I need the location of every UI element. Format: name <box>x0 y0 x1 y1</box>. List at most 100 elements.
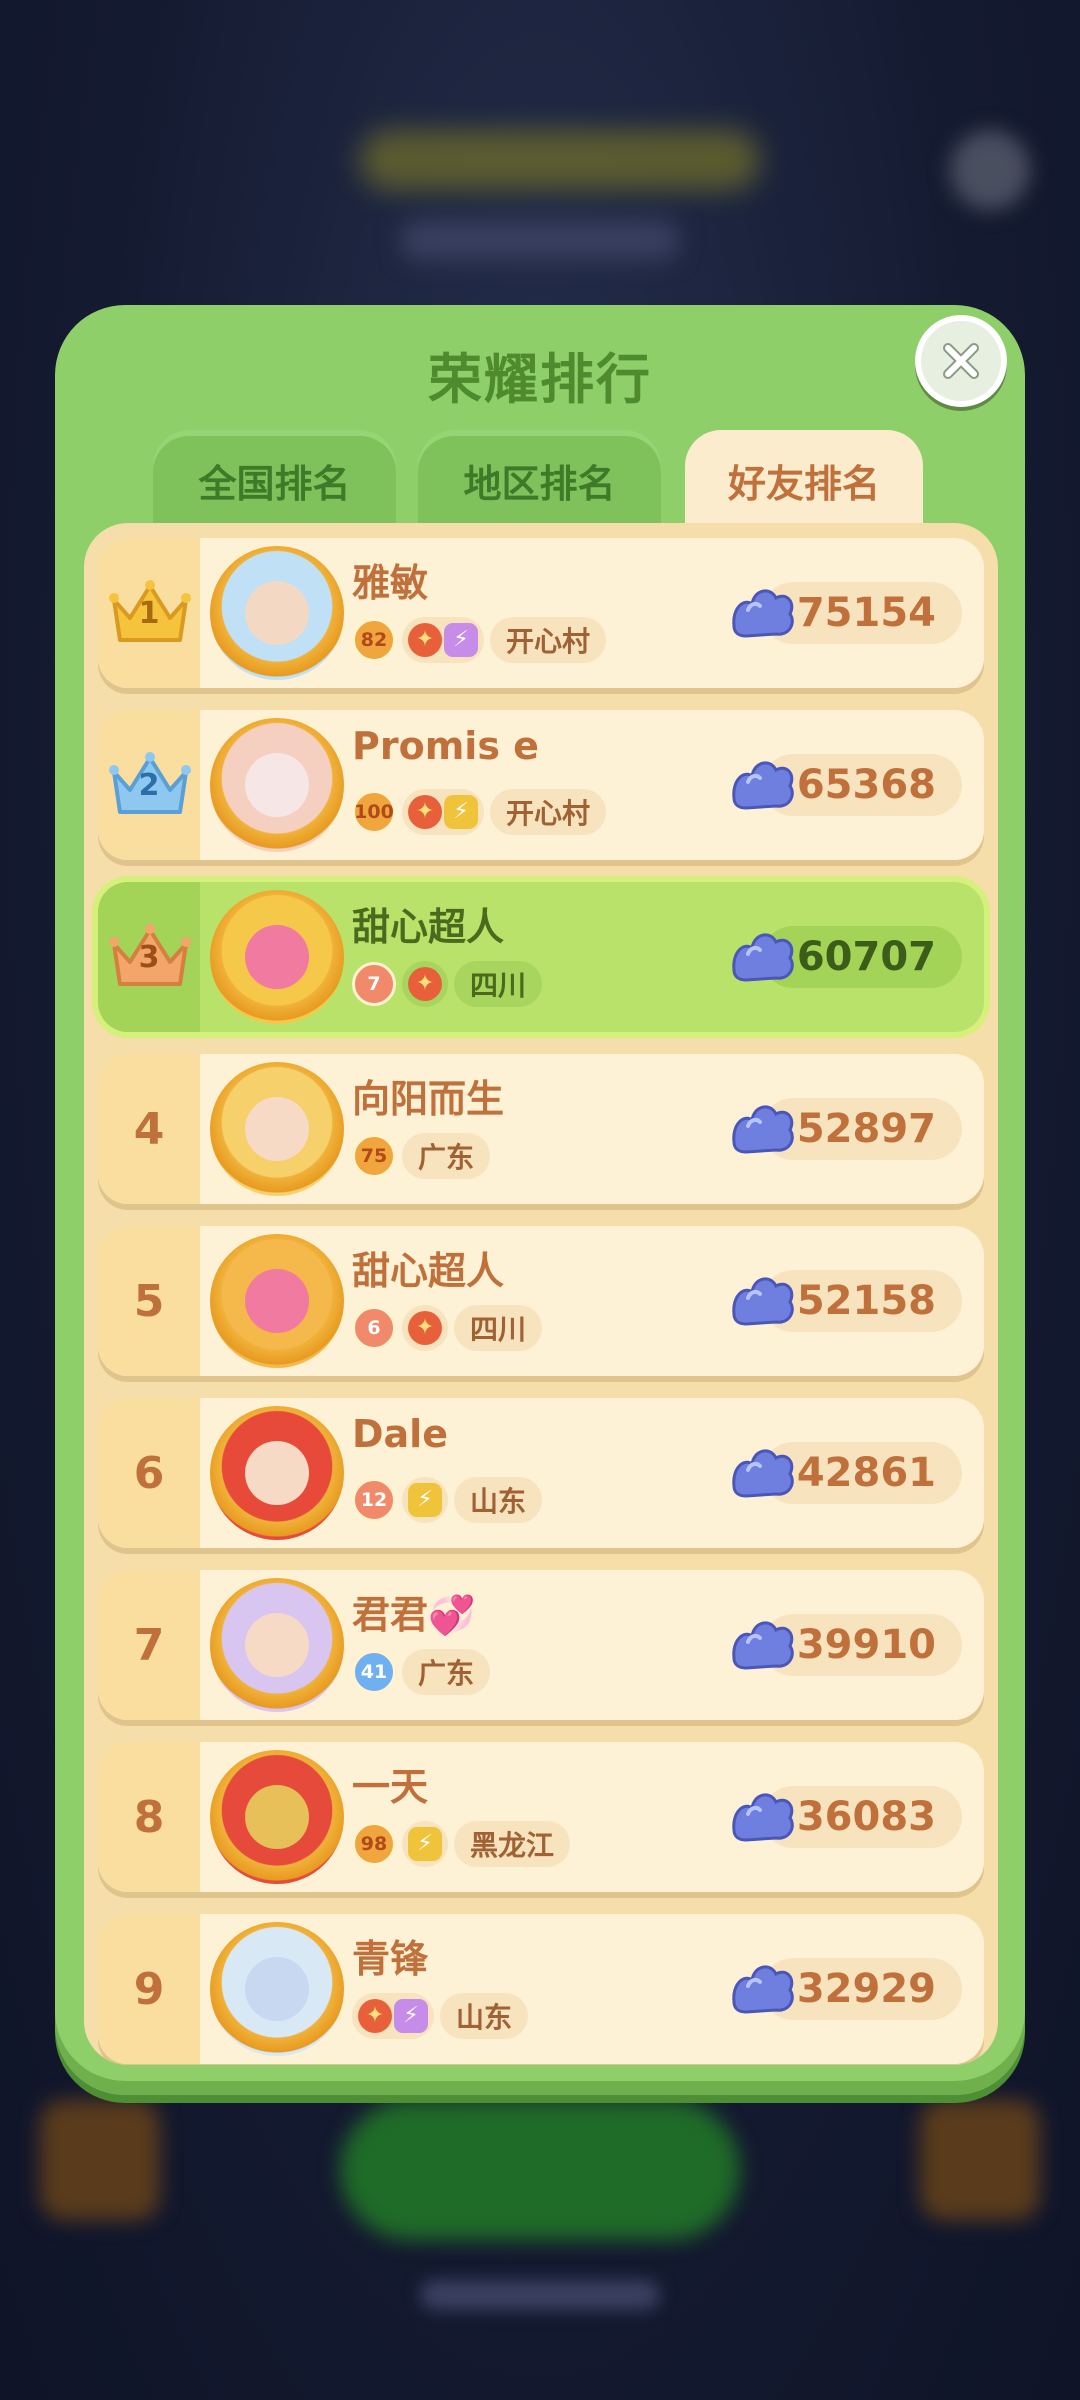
blurred-right-icon <box>920 2100 1040 2220</box>
level-badge: 41 <box>352 1650 396 1694</box>
player-name: 君君💞 <box>352 1593 476 1637</box>
player-avatar[interactable] <box>210 1062 344 1196</box>
score-gem-icon <box>732 1105 794 1154</box>
rank-cell: 3 <box>98 882 200 1032</box>
player-badges: ✦ ⚡ 山东 <box>352 1992 529 2040</box>
ranking-row[interactable]: 4 向阳而生 75 广东 52897 <box>98 1054 984 1204</box>
dialog-title: 荣耀排行 <box>428 348 652 411</box>
achievement-icons: ✦ <box>402 961 448 1007</box>
bolt-icon: ⚡ <box>444 795 478 829</box>
blurred-settings-icon <box>950 130 1030 210</box>
level-badge: 6 <box>352 1306 396 1350</box>
rank-cell: 8 <box>98 1742 200 1892</box>
level-badge: 100 <box>352 790 396 834</box>
tab-friend-ranking[interactable]: 好友排名 <box>685 430 923 530</box>
bolt-icon: ⚡ <box>408 1483 442 1517</box>
tab-regional-ranking[interactable]: 地区排名 <box>418 430 661 530</box>
score-gem-icon <box>732 933 794 982</box>
player-name: 甜心超人 <box>352 905 505 949</box>
fire-icon: ✦ <box>408 967 442 1001</box>
player-avatar[interactable] <box>210 890 344 1024</box>
purple-icon: ⚡ <box>394 1999 428 2033</box>
blurred-page-dots <box>420 2280 660 2310</box>
avatar-face <box>245 1269 309 1333</box>
rank-cell: 9 <box>98 1914 200 2064</box>
player-badges: 12 ⚡ 山东 <box>352 1476 543 1524</box>
avatar-face <box>245 1441 309 1505</box>
fire-icon: ✦ <box>358 1999 392 2033</box>
ranking-row[interactable]: 5 甜心超人 6 ✦ 四川 52158 <box>98 1226 984 1376</box>
player-badges: 82 ✦ ⚡ 开心村 <box>352 616 607 664</box>
player-name: Promis e <box>352 724 539 768</box>
player-name: 向阳而生 <box>352 1077 505 1121</box>
score-gem-icon <box>732 1277 794 1326</box>
avatar-face <box>245 581 309 645</box>
player-region: 广东 <box>402 1133 491 1179</box>
blurred-game-title <box>360 130 760 190</box>
achievement-icons: ⚡ <box>402 1821 448 1867</box>
fire-icon: ✦ <box>408 1311 442 1345</box>
rank-number: 1 <box>138 596 160 631</box>
avatar-face <box>245 1097 309 1161</box>
player-name: 青锋 <box>352 1937 429 1981</box>
tab-national-ranking[interactable]: 全国排名 <box>153 430 396 530</box>
player-badges: 41 广东 <box>352 1648 491 1696</box>
level-badge: 12 <box>352 1478 396 1522</box>
player-badges: 98 ⚡ 黑龙江 <box>352 1820 571 1868</box>
blurred-start-button <box>340 2100 740 2240</box>
ranking-row[interactable]: 6 Dale 12 ⚡ 山东 42861 <box>98 1398 984 1548</box>
ranking-row[interactable]: 8 一天 98 ⚡ 黑龙江 36083 <box>98 1742 984 1892</box>
player-region: 开心村 <box>490 789 607 835</box>
player-badges: 100 ✦ ⚡ 开心村 <box>352 788 607 836</box>
player-avatar[interactable] <box>210 1922 344 2056</box>
level-badge: 75 <box>352 1134 396 1178</box>
ranking-row[interactable]: 7 君君💞 41 广东 39910 <box>98 1570 984 1720</box>
score-gem-icon <box>732 1449 794 1498</box>
rank-number: 5 <box>133 1275 165 1327</box>
player-region: 山东 <box>454 1477 543 1523</box>
player-region: 山东 <box>440 1993 529 2039</box>
fire-icon: ✦ <box>408 795 442 829</box>
player-avatar[interactable] <box>210 1234 344 1368</box>
player-badges: 75 广东 <box>352 1132 491 1180</box>
player-region: 黑龙江 <box>454 1821 571 1867</box>
ranking-row[interactable]: 1 雅敏 82 ✦ ⚡ 开心村 75154 <box>98 538 984 688</box>
score-gem-icon <box>732 589 794 638</box>
score-gem-icon <box>732 1793 794 1842</box>
player-avatar[interactable] <box>210 718 344 852</box>
avatar-face <box>245 925 309 989</box>
rank-cell: 5 <box>98 1226 200 1376</box>
level-badge: 98 <box>352 1822 396 1866</box>
purple-icon: ⚡ <box>444 623 478 657</box>
score-gem-icon <box>732 761 794 810</box>
player-name: 一天 <box>352 1765 429 1809</box>
close-icon <box>943 343 979 379</box>
ranking-row[interactable]: 2 Promis e 100 ✦ ⚡ 开心村 65368 <box>98 710 984 860</box>
achievement-icons: ⚡ <box>402 1477 448 1523</box>
player-region: 开心村 <box>490 617 607 663</box>
player-name: 雅敏 <box>352 561 429 605</box>
player-avatar[interactable] <box>210 546 344 680</box>
blurred-left-icon <box>40 2100 160 2220</box>
rank-cell: 2 <box>98 710 200 860</box>
score-gem-icon <box>732 1621 794 1670</box>
achievement-icons: ✦ ⚡ <box>402 789 484 835</box>
close-button[interactable] <box>915 315 1007 407</box>
rank-number: 8 <box>133 1791 165 1843</box>
rank-number: 2 <box>138 768 160 803</box>
player-region: 广东 <box>402 1649 491 1695</box>
achievement-icons: ✦ <box>402 1305 448 1351</box>
level-badge: 7 <box>352 962 396 1006</box>
ranking-list[interactable]: 1 雅敏 82 ✦ ⚡ 开心村 75154 2 Promis e 100 ✦ ⚡ 开心村 65368 3 甜心… <box>84 523 998 2065</box>
player-avatar[interactable] <box>210 1578 344 1712</box>
player-avatar[interactable] <box>210 1750 344 1884</box>
player-name: Dale <box>352 1412 448 1456</box>
player-avatar[interactable] <box>210 1406 344 1540</box>
avatar-face <box>245 753 309 817</box>
rank-number: 7 <box>133 1619 165 1671</box>
rank-cell: 4 <box>98 1054 200 1204</box>
rank-cell: 6 <box>98 1398 200 1548</box>
achievement-icons: ✦ ⚡ <box>352 1993 434 2039</box>
ranking-row[interactable]: 3 甜心超人 7 ✦ 四川 60707 <box>98 882 984 1032</box>
ranking-row[interactable]: 9 青锋 ✦ ⚡ 山东 32929 <box>98 1914 984 2064</box>
